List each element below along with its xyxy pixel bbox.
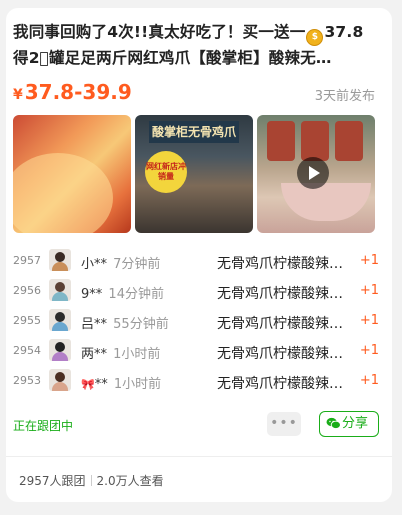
view-count: 2.0万人查看 bbox=[96, 474, 164, 488]
following-status: 正在跟团中 bbox=[13, 419, 74, 433]
order-row[interactable]: 2955 吕** 55分钟前 无骨鸡爪柠檬酸辣… +1 bbox=[13, 308, 379, 338]
jar-image bbox=[301, 121, 329, 161]
divider bbox=[6, 456, 392, 457]
price-row: ¥37.8-39.9 3天前发布 bbox=[13, 80, 375, 110]
buyer-name: 小** bbox=[81, 257, 108, 272]
order-quantity: +1 bbox=[359, 373, 379, 388]
order-row[interactable]: 2957 小** 7分钟前 无骨鸡爪柠檬酸辣… +1 bbox=[13, 248, 379, 278]
order-number: 2957 bbox=[13, 254, 41, 267]
avatar bbox=[49, 249, 71, 271]
order-quantity: +1 bbox=[359, 343, 379, 358]
buyer-name: 吕** bbox=[81, 317, 108, 332]
recent-orders-list: 2957 小** 7分钟前 无骨鸡爪柠檬酸辣… +1 2956 9** 14分钟… bbox=[13, 248, 379, 398]
buyer-name: ** bbox=[94, 377, 108, 392]
buyer-name: 两** bbox=[81, 347, 108, 362]
share-label: 分享 bbox=[342, 416, 369, 431]
avatar bbox=[49, 339, 71, 361]
buyer-info: 9** 14分钟前 bbox=[81, 283, 164, 302]
product-name: 无骨鸡爪柠檬酸辣… bbox=[217, 286, 343, 302]
order-quantity: +1 bbox=[359, 253, 379, 268]
food-tray bbox=[13, 153, 113, 233]
shop-front-photo[interactable]: 酸掌柜无骨鸡爪 网红新店冲销量 bbox=[135, 115, 253, 233]
buyer-info: 两** 1小时前 bbox=[81, 343, 160, 362]
product-name: 无骨鸡爪柠檬酸辣… bbox=[217, 256, 343, 272]
order-time: 14分钟前 bbox=[108, 287, 164, 302]
video-thumbnail[interactable] bbox=[257, 115, 375, 233]
price-range: 37.8-39.9 bbox=[24, 80, 132, 104]
title-line2: 得2⃣罐足足两斤网红鸡爪【酸掌柜】酸辣无… bbox=[13, 49, 332, 67]
product-name: 无骨鸡爪柠檬酸辣… bbox=[217, 346, 343, 362]
currency-symbol: ¥ bbox=[13, 87, 23, 103]
play-icon[interactable] bbox=[297, 157, 329, 189]
product-name: 无骨鸡爪柠檬酸辣… bbox=[217, 316, 343, 332]
order-number: 2953 bbox=[13, 374, 41, 387]
order-quantity: +1 bbox=[359, 313, 379, 328]
promo-badge: 网红新店冲销量 bbox=[145, 151, 187, 193]
order-time: 1小时前 bbox=[113, 377, 162, 392]
share-button[interactable]: 分享 bbox=[319, 411, 379, 437]
order-time: 1小时前 bbox=[113, 347, 161, 362]
avatar bbox=[49, 309, 71, 331]
joined-count: 2957人跟团 bbox=[19, 474, 86, 488]
avatar bbox=[49, 369, 71, 391]
order-number: 2955 bbox=[13, 314, 41, 327]
avatar bbox=[49, 279, 71, 301]
image-gallery: 酸掌柜无骨鸡爪 网红新店冲销量 bbox=[13, 115, 379, 233]
order-row[interactable]: 2954 两** 1小时前 无骨鸡爪柠檬酸辣… +1 bbox=[13, 338, 379, 368]
shop-sign: 酸掌柜无骨鸡爪 bbox=[149, 121, 239, 143]
order-row[interactable]: 2953 🎀** 1小时前 无骨鸡爪柠檬酸辣… +1 bbox=[13, 368, 379, 398]
price: ¥37.8-39.9 bbox=[13, 80, 132, 104]
buyer-info: 🎀** 1小时前 bbox=[81, 373, 161, 392]
stats-separator bbox=[90, 475, 92, 486]
post-title[interactable]: 我同事回购了4次!!真太好吃了！买一送一 $37.8 得2⃣罐足足两斤网红鸡爪【酸… bbox=[13, 20, 375, 71]
buyer-info: 吕** 55分钟前 bbox=[81, 313, 169, 332]
buyer-info: 小** 7分钟前 bbox=[81, 253, 160, 272]
wechat-icon bbox=[326, 417, 341, 430]
order-number: 2956 bbox=[13, 284, 41, 297]
title-line1: 我同事回购了4次!!真太好吃了！买一送一 bbox=[13, 23, 306, 41]
title-price-mention: 37.8 bbox=[324, 23, 364, 41]
order-number: 2954 bbox=[13, 344, 41, 357]
group-stats: 2957人跟团 2.0万人查看 bbox=[19, 472, 164, 489]
buyer-name: 9** bbox=[81, 287, 103, 302]
order-quantity: +1 bbox=[359, 283, 379, 298]
bow-icon: 🎀 bbox=[81, 378, 95, 391]
order-row[interactable]: 2956 9** 14分钟前 无骨鸡爪柠檬酸辣… +1 bbox=[13, 278, 379, 308]
action-row: 正在跟团中 ••• 分享 bbox=[13, 410, 379, 440]
published-time: 3天前发布 bbox=[314, 89, 375, 104]
order-time: 7分钟前 bbox=[113, 257, 161, 272]
money-bag-icon: $ bbox=[306, 29, 324, 46]
jar-image bbox=[267, 121, 295, 161]
spicy-chicken-feet-photo[interactable] bbox=[13, 115, 131, 233]
product-name: 无骨鸡爪柠檬酸辣… bbox=[217, 376, 343, 392]
order-time: 55分钟前 bbox=[113, 317, 169, 332]
jar-image bbox=[335, 121, 363, 161]
bowl-image bbox=[281, 183, 371, 221]
more-button[interactable]: ••• bbox=[267, 412, 301, 436]
